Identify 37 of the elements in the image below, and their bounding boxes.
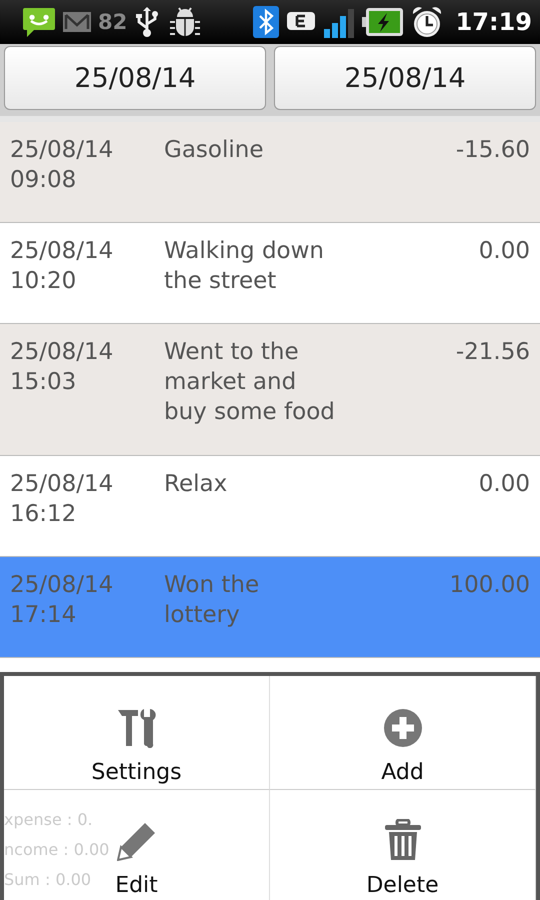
bluetooth-icon [252,5,280,39]
clock-time: 17:19 [456,8,532,36]
entry-description: Gasoline [164,136,264,165]
entry-time: 16:12 [10,500,76,529]
hammer-wrench-icon [116,706,158,748]
entry-amount: 0.00 [478,470,530,499]
entry-time: 17:14 [10,601,76,630]
message-icon [22,6,56,38]
entry-amount: -15.60 [454,136,530,165]
mail-icon [62,10,92,34]
entry-date: 25/08/14 [10,571,114,600]
transaction-row[interactable]: 25/08/14 15:03 Went to the market and buy some food -21.56 [0,324,540,456]
entry-description: Relax [164,470,228,499]
entry-time: 09:08 [10,166,76,195]
battery-charging-icon [362,6,404,38]
pencil-icon [116,821,156,861]
notification-count: 82 [98,10,128,34]
entry-date: 25/08/14 [10,338,114,367]
entry-time: 15:03 [10,368,76,397]
transaction-row[interactable]: 25/08/14 09:08 Gasoline -15.60 [0,122,540,223]
to-date-button[interactable]: 25/08/14 [274,46,536,110]
settings-menu-item[interactable]: Settings [4,676,270,790]
plus-circle-icon [382,708,422,748]
trash-can-icon [382,819,422,861]
from-date-button[interactable]: 25/08/14 [4,46,266,110]
entry-date: 25/08/14 [10,237,114,266]
entry-amount: 100.00 [448,571,530,600]
entry-date: 25/08/14 [10,136,114,165]
entry-description: Went to the market and buy some food [164,338,336,427]
add-menu-item[interactable]: Add [270,676,536,790]
entry-amount: 0.00 [478,237,530,266]
entry-amount: -21.56 [454,338,530,367]
entry-time: 10:20 [10,267,76,296]
edge-network-icon [286,11,316,33]
entry-description: Won the lottery [164,571,260,630]
entry-description: Walking down the street [164,237,326,296]
entry-date: 25/08/14 [10,470,114,499]
